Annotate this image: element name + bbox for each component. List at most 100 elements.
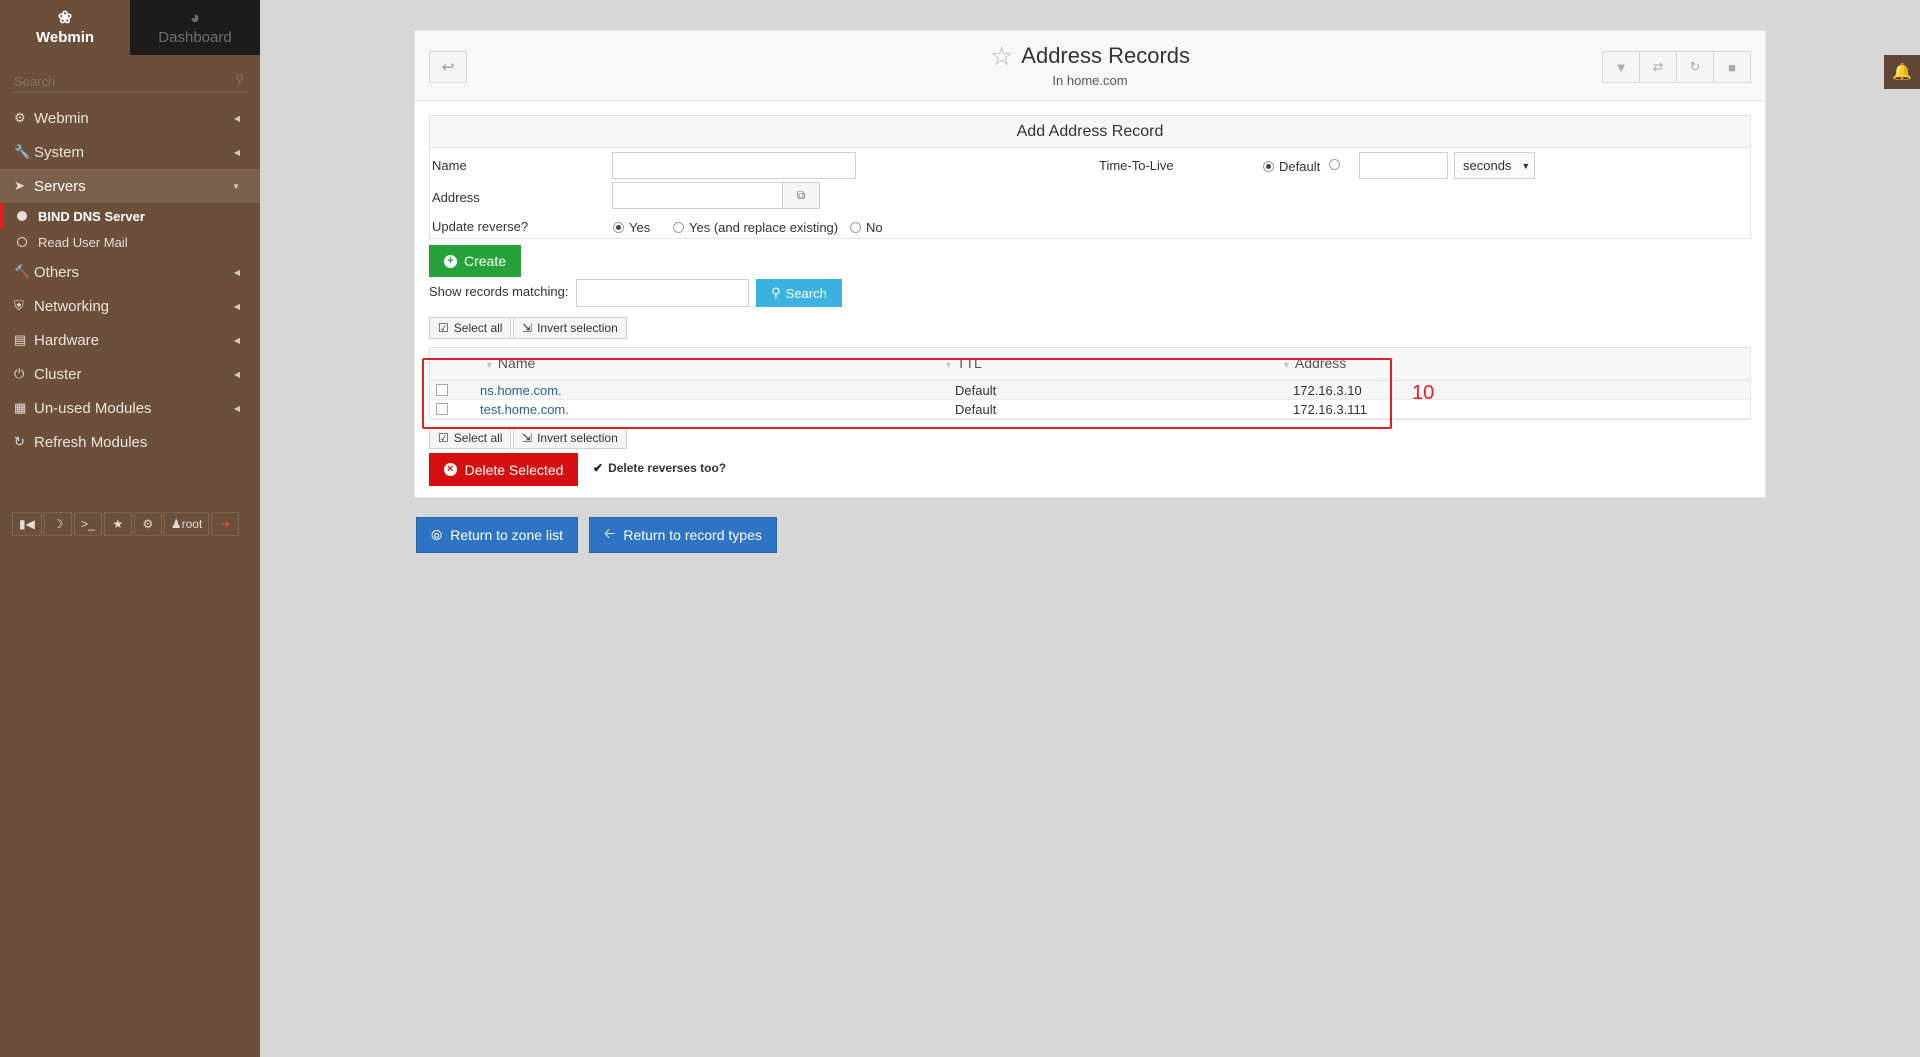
sidebar-item-label: Un-used Modules [34, 399, 152, 417]
column-header-label: TTL [956, 355, 982, 371]
sidebar-item-others[interactable]: 🔨 Others ◀ [0, 255, 260, 289]
add-record-form: Add Address Record Name Time-To-Live Def… [429, 115, 1751, 239]
terminal-button[interactable]: >_ [73, 512, 102, 536]
collapse-button[interactable]: ▮◀ [12, 512, 42, 536]
sidebar-subitem-bind-dns[interactable]: BIND DNS Server [0, 203, 260, 229]
caret-left-icon: ◀ [233, 369, 240, 379]
sidebar-item-hardware[interactable]: ▤ Hardware ◀ [0, 323, 260, 357]
sidebar-item-webmin[interactable]: ⚙ Webmin ◀ [0, 101, 260, 135]
record-name-link[interactable]: ns.home.com. [480, 383, 562, 398]
highlight-number: 10 [1412, 382, 1435, 404]
sidebar-subitem-read-mail[interactable]: Read User Mail [0, 229, 260, 255]
row-checkbox[interactable] [436, 403, 448, 415]
return-zone-list-label: Return to zone list [450, 527, 564, 543]
reverse-replace-radio[interactable]: Yes (and replace existing) [673, 220, 838, 235]
power-icon: ⏻ [14, 366, 25, 381]
search-label: Show records matching: [429, 284, 569, 299]
radio-empty-icon [850, 222, 861, 233]
gears-icon: ⚙ [142, 517, 154, 531]
invert-selection-button-bottom[interactable]: ⇲ Invert selection [513, 427, 627, 449]
filter-button[interactable]: ▼ [1602, 51, 1640, 83]
sidebar-item-cluster[interactable]: ⏻ Cluster ◀ [0, 357, 260, 391]
wrench-icon: 🔧 [14, 144, 31, 159]
night-mode-button[interactable]: ☽ [43, 512, 72, 536]
column-header-address[interactable]: ▼ Address [1282, 355, 1346, 371]
radio-empty-icon [673, 222, 684, 233]
return-record-types-button[interactable]: 🡠 Return to record types [589, 517, 777, 553]
sidebar-item-unused-modules[interactable]: ▦ Un-used Modules ◀ [0, 391, 260, 425]
select-all-button-top[interactable]: ☑ Select all [429, 317, 512, 339]
name-label: Name [432, 158, 467, 173]
x-circle-icon: × [443, 463, 457, 476]
delete-reverses-checkbox[interactable]: ✔ Delete reverses too? [593, 461, 726, 475]
sidebar-item-label: System [34, 143, 85, 161]
sort-icon: ▼ [485, 360, 494, 370]
refresh-icon: ↻ [1689, 59, 1701, 74]
notifications-button[interactable]: 🔔 [1884, 55, 1920, 89]
caret-left-icon: ◀ [233, 147, 240, 157]
reverse-yes-radio[interactable]: Yes [613, 220, 650, 235]
search-icon: ⚲ [235, 72, 244, 86]
column-header-label: Address [1294, 355, 1347, 371]
address-input[interactable] [612, 182, 783, 209]
search-button[interactable]: ⚲ Search [756, 279, 842, 307]
logout-button[interactable]: ➜ [211, 512, 240, 536]
user-button[interactable]: ♟ root [163, 512, 210, 536]
tab-dashboard-label: Dashboard [158, 29, 232, 46]
ttl-custom-radio[interactable] [1329, 159, 1340, 170]
select-all-label: Select all [453, 431, 503, 445]
user-name: root [181, 517, 203, 531]
reverse-replace-label: Yes (and replace existing) [689, 220, 839, 235]
invert-selection-button-top[interactable]: ⇲ Invert selection [513, 317, 627, 339]
reverse-no-radio[interactable]: No [850, 220, 883, 235]
search-input[interactable] [576, 279, 749, 307]
circle-icon [17, 237, 27, 247]
title-block: ☆ Address Records In home.com [415, 43, 1765, 88]
tab-dashboard[interactable]: ◕ Dashboard [130, 0, 260, 55]
select-all-button-bottom[interactable]: ☑ Select all [429, 427, 512, 449]
sidebar-subitem-label: Read User Mail [38, 234, 128, 250]
column-header-ttl[interactable]: ▼ TTL [944, 355, 982, 371]
create-button[interactable]: + Create [429, 245, 521, 277]
reload-button[interactable]: ↻ [1676, 51, 1714, 83]
sidebar-search-input[interactable] [12, 71, 248, 91]
invert-label: Invert selection [537, 431, 618, 445]
row-checkbox[interactable] [436, 384, 448, 396]
sidebar-subitem-label: BIND DNS Server [38, 208, 145, 224]
column-header-label: Name [497, 355, 536, 371]
return-zone-list-button[interactable]: ⦾ Return to zone list [416, 517, 579, 553]
caret-left-icon: ◀ [233, 403, 240, 413]
webmin-logo-icon: ❀ [57, 8, 73, 27]
address-picker-button[interactable]: ⧉ [782, 182, 820, 209]
sidebar-item-networking[interactable]: ⛨ Networking ◀ [0, 289, 260, 323]
sidebar-item-servers[interactable]: ➤ Servers ▼ [0, 169, 260, 203]
name-input[interactable] [612, 152, 856, 179]
page-title: Address Records [1021, 43, 1191, 68]
ttl-default-radio[interactable]: Default [1263, 159, 1320, 174]
column-header-name[interactable]: ▼ Name [485, 355, 535, 371]
stop-button[interactable]: ■ [1713, 51, 1751, 83]
sidebar-item-refresh-modules[interactable]: ↻ Refresh Modules [0, 425, 260, 459]
table-header: ▼ Name ▼ TTL ▼ Address [430, 348, 1750, 381]
tab-webmin-label: Webmin [35, 29, 95, 46]
reverse-no-label: No [866, 220, 883, 235]
record-name-link[interactable]: test.home.com. [480, 402, 569, 417]
header-toolbar: ▼ ⇄ ↻ ■ [1602, 51, 1751, 83]
favorites-button[interactable]: ★ [103, 512, 132, 536]
tab-webmin[interactable]: ❀ Webmin [0, 0, 130, 55]
delete-selected-button[interactable]: × Delete Selected [429, 453, 578, 486]
swap-button[interactable]: ⇄ [1639, 51, 1677, 83]
ttl-value-input[interactable] [1359, 152, 1448, 179]
sidebar-bottom-toolbar: ▮◀ ☽ >_ ★ ⚙ ♟ root ➜ [12, 512, 240, 536]
favorite-star-icon[interactable]: ☆ [990, 43, 1013, 69]
sidebar-item-system[interactable]: 🔧 System ◀ [0, 135, 260, 169]
ttl-label: Time-To-Live [1099, 158, 1174, 173]
dropdown-arrow-icon: ▼ [1521, 160, 1531, 171]
delete-label: Delete Selected [464, 461, 564, 478]
table-row: test.home.com. Default 172.16.3.111 [430, 400, 1750, 419]
caret-down-icon: ▼ [232, 181, 240, 191]
settings-button[interactable]: ⚙ [133, 512, 162, 536]
create-label: Create [463, 253, 507, 269]
ttl-unit-select[interactable]: seconds ▼ [1454, 152, 1535, 179]
terminal-icon: >_ [81, 517, 95, 531]
